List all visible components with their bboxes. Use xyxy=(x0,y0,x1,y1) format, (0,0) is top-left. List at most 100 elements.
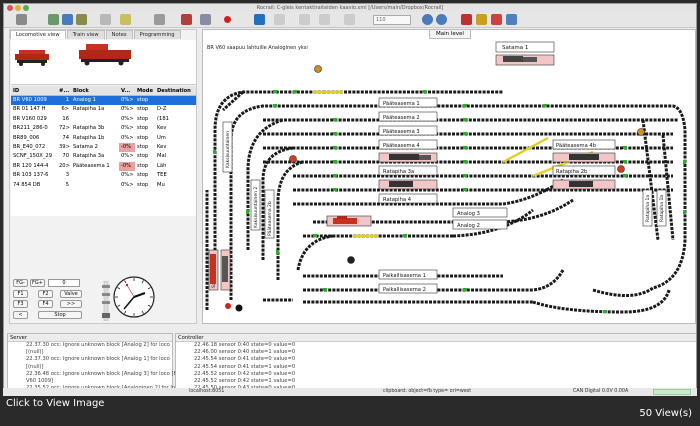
pen-icon[interactable] xyxy=(154,14,165,25)
speed-field[interactable]: 0 xyxy=(48,279,80,287)
title-bar: Rocrail: C-gleis kentaktiraiteiden kaavi… xyxy=(4,4,696,12)
block-label: Pääteasema 4b xyxy=(556,143,597,149)
table-row[interactable]: BR211_286-0 72> Ratapiha 3b 0%> stop Kev xyxy=(11,124,196,133)
connect-icon[interactable] xyxy=(16,14,27,25)
loco-table-body: BR V60 1009 1 Analog 1 0%> stop BR 01 147 H 6>… xyxy=(11,96,196,190)
log-line: 22.45.52 sensor 0:42 state=1 value=0 xyxy=(194,377,296,384)
fg-minus-button[interactable]: FG- xyxy=(13,279,28,287)
loco-image-large[interactable] xyxy=(79,44,131,66)
warning-icon[interactable] xyxy=(476,14,487,25)
zoom-in-icon[interactable] xyxy=(422,14,433,25)
copy-icon[interactable] xyxy=(100,14,111,25)
grid-icon[interactable] xyxy=(299,14,310,25)
zoom-select[interactable]: 110 xyxy=(373,15,411,25)
tab-programming[interactable]: Programming xyxy=(133,30,181,39)
cell-dest: Läh xyxy=(157,162,167,169)
cell-dest: TEE xyxy=(157,172,167,179)
block-label: Pääteasema 1 xyxy=(383,101,420,107)
direction-button[interactable]: >> xyxy=(60,300,82,308)
tab-main-level[interactable]: Main level xyxy=(429,30,471,39)
table-row[interactable]: BR V60 1009 1 Analog 1 0%> stop xyxy=(11,96,196,106)
col-mode[interactable]: Mode xyxy=(135,86,155,95)
col-destination[interactable]: Destination xyxy=(155,86,196,95)
folder-icon[interactable] xyxy=(120,14,131,25)
settings-icon[interactable] xyxy=(76,14,87,25)
f4-button[interactable]: F4 xyxy=(38,300,53,308)
help-icon[interactable] xyxy=(461,14,472,25)
log-line: V60 1009] xyxy=(26,377,54,384)
table-row[interactable]: BR 120 144-4 20> Pääteasema 1 -0% stop Läh xyxy=(11,161,196,172)
zoom-window-icon[interactable] xyxy=(23,5,29,11)
col-num[interactable]: #... xyxy=(57,86,71,95)
table-row[interactable]: BR_E40_072 39> Satama 2 -0% stop Kev xyxy=(11,142,196,153)
col-block[interactable]: Block xyxy=(71,86,119,95)
cut-icon[interactable] xyxy=(200,14,211,25)
cell-num: 72> xyxy=(59,125,70,132)
clipboard-status: clipboard: object=fb type= ori=west xyxy=(383,389,472,394)
minimize-window-icon[interactable] xyxy=(15,5,21,11)
loco-image-small[interactable] xyxy=(15,50,49,66)
cell-block: Ratapiha 1a xyxy=(73,106,105,113)
cell-v: 0%> xyxy=(121,115,134,122)
power-icon[interactable] xyxy=(491,14,502,25)
switch-icon[interactable] xyxy=(344,14,355,25)
cell-block: Ratapiha 3a xyxy=(73,153,105,160)
cell-id: BR 120 144-4 xyxy=(13,162,49,169)
log-line: 22.45.54 sensor 0:41 state=1 value=0 xyxy=(194,363,296,370)
col-v[interactable]: V... xyxy=(119,86,135,95)
col-id[interactable]: ID xyxy=(11,86,57,95)
reverse-button[interactable]: < xyxy=(13,311,28,319)
cell-dest xyxy=(155,96,196,105)
fg-plus-button[interactable]: FG+ xyxy=(30,279,45,287)
block-label: Ratapiha 3a xyxy=(383,169,414,175)
cell-mode: stop xyxy=(137,181,149,188)
stop-all-icon[interactable] xyxy=(224,16,231,23)
cell-v: 0%> xyxy=(121,153,134,160)
cell-dest: D-Z xyxy=(157,106,167,113)
speed-slider[interactable] xyxy=(101,281,111,321)
track-plan[interactable]: Satama 1 Pääteasema 1 Pääteasema 2 Pääte… xyxy=(203,40,697,325)
block-icon[interactable] xyxy=(319,14,330,25)
log-line: 22.46.18 sensor 0:40 state=0 value=0 xyxy=(194,342,296,348)
cell-mode: stop xyxy=(137,125,149,132)
cell-num: 1 xyxy=(65,97,69,103)
f2-button[interactable]: F2 xyxy=(38,290,53,298)
tab-notes[interactable]: Notes xyxy=(105,30,133,39)
zoom-out-icon[interactable] xyxy=(436,14,447,25)
vblock-label: Kaksisuuntainen xyxy=(225,131,231,168)
info-icon[interactable] xyxy=(506,14,517,25)
open-icon[interactable] xyxy=(48,14,59,25)
table-row[interactable]: BR 103 137-6 3 0%> stop TEE xyxy=(11,171,196,180)
f1-button[interactable]: F1 xyxy=(13,290,28,298)
table-row[interactable]: BR V160 029 16 0%> stop (181 xyxy=(11,115,196,124)
stop-button[interactable]: Stop xyxy=(38,311,82,319)
cell-dest: Kev xyxy=(157,143,167,150)
vblock-label: Pääteasema 2b xyxy=(267,201,273,236)
loco-table: ID #... Block V... Mode Destination BR V… xyxy=(11,86,196,216)
block-label: Satama 1 xyxy=(502,45,528,51)
cell-dest: Mal xyxy=(157,153,167,160)
tab-train-view[interactable]: Train view xyxy=(66,30,105,39)
route-icon[interactable] xyxy=(274,14,285,25)
cell-v: 0%> xyxy=(121,181,134,188)
cell-mode: stop xyxy=(137,115,149,122)
horizontal-blocks: Satama 1 Pääteasema 1 Pääteasema 2 Pääte… xyxy=(326,41,616,294)
click-to-view-link[interactable]: Click to View Image xyxy=(6,398,104,409)
table-row[interactable]: 74 854 DB 5 0%> stop Mu xyxy=(11,181,196,190)
vblock-label: Kaksisuuntainen 2 xyxy=(253,187,259,228)
save-icon[interactable] xyxy=(62,14,73,25)
table-row[interactable]: SCNF_150X_29 70 Ratapiha 3a 0%> stop Mal xyxy=(11,152,196,161)
block-label: Pääteasema 4 xyxy=(383,143,420,149)
fit-icon[interactable] xyxy=(254,14,265,25)
f3-button[interactable]: F3 xyxy=(13,300,28,308)
shop-icon[interactable] xyxy=(181,14,192,25)
table-row[interactable]: BR89_006 74 Ratapiha 1b 0%> stop Um xyxy=(11,134,196,143)
cell-block: Analog 1 xyxy=(73,97,96,103)
close-window-icon[interactable] xyxy=(7,5,13,11)
tab-locomotive-view[interactable]: Locomotive view xyxy=(10,30,66,39)
status-bar: localhost:8051 clipboard: object=fb type… xyxy=(3,388,697,396)
cell-block: Ratapiha 1b xyxy=(73,134,105,141)
valve-button[interactable]: Valve xyxy=(60,290,82,298)
table-row[interactable]: BR 01 147 H 6> Ratapiha 1a 0%> stop D-Z xyxy=(11,105,196,114)
cell-dest: Um xyxy=(157,134,166,141)
